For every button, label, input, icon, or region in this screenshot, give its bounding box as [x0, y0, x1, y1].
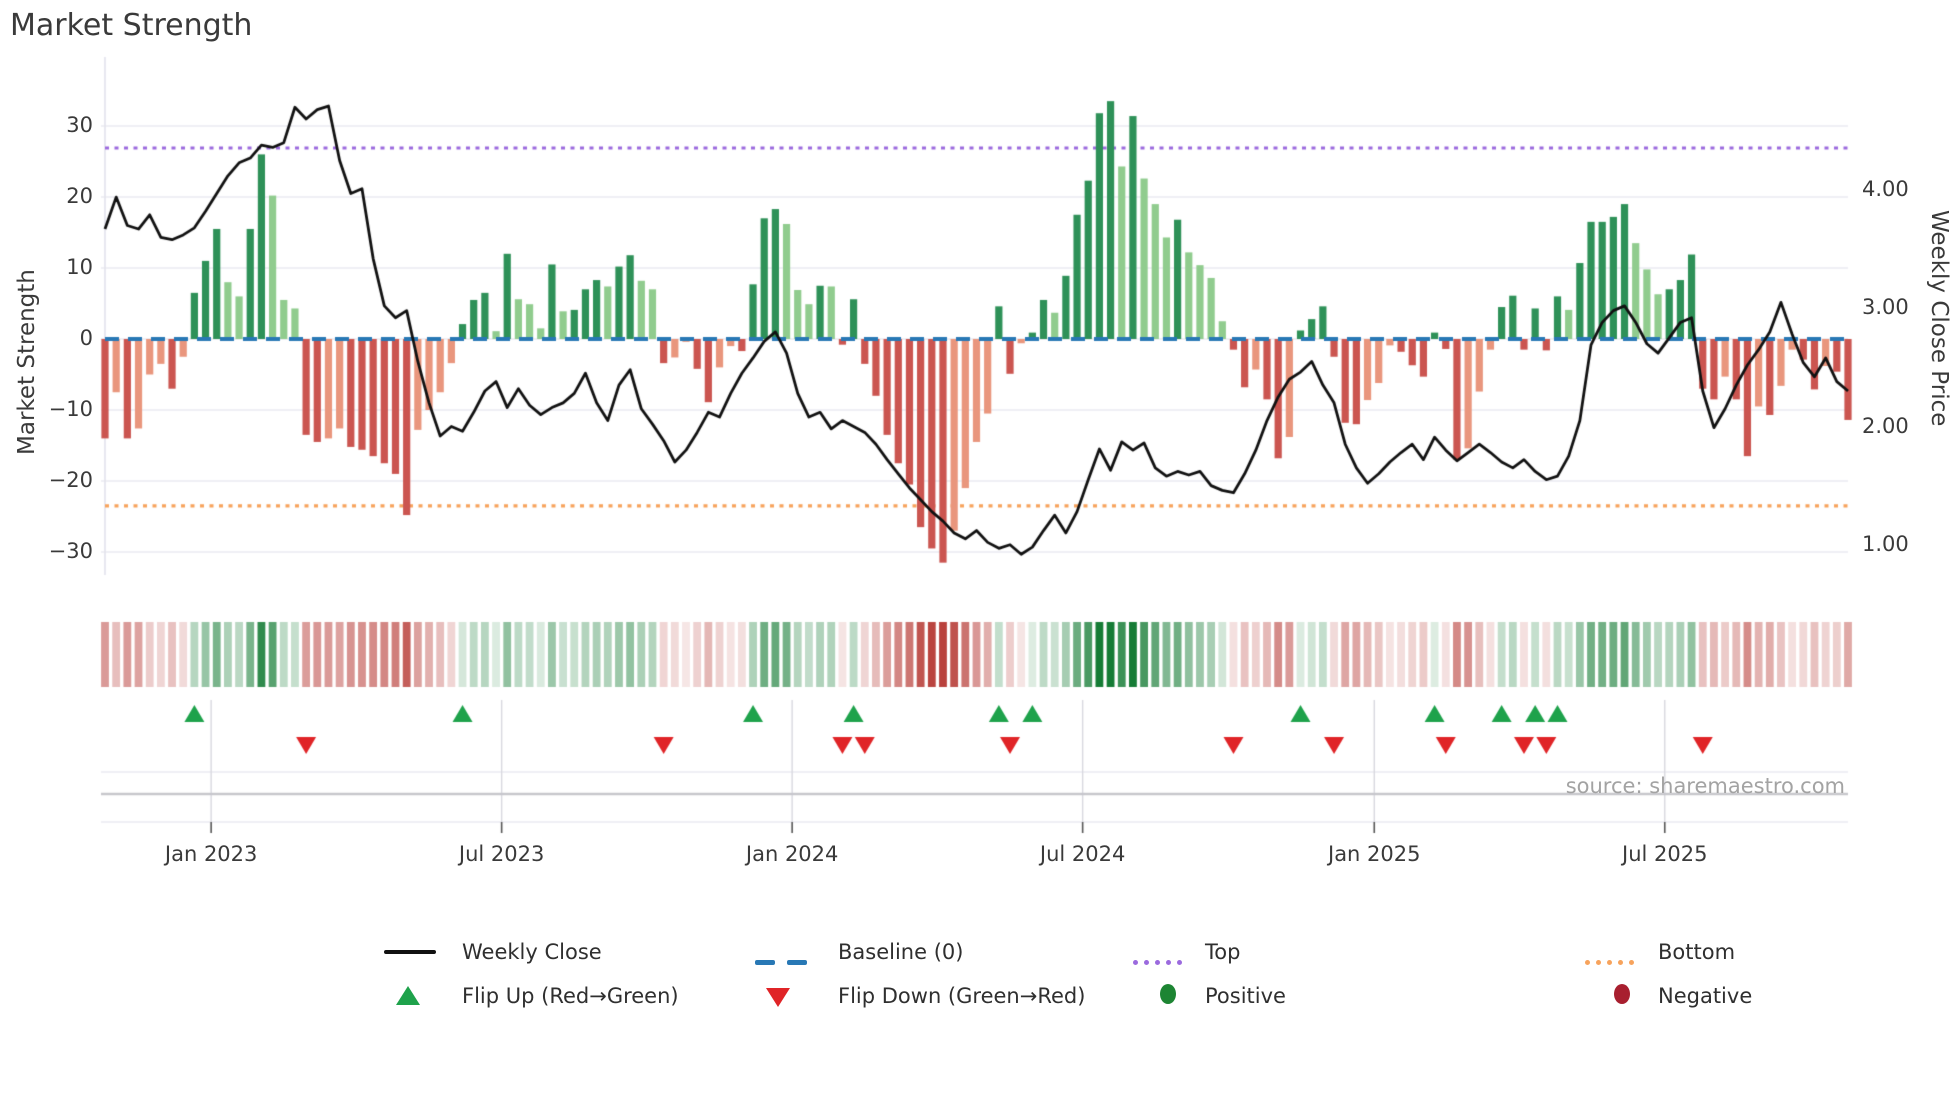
legend-positive-label: Positive [1205, 984, 1286, 1008]
market-strength-chart-canvas [0, 0, 1960, 1102]
right-axis-title: Weekly Close Price [1926, 210, 1952, 427]
right-axis-tick: 2.00 [1862, 413, 1909, 438]
x-axis-tick-jul-2025: Jul 2025 [1622, 842, 1708, 866]
left-axis-tick: 20 [66, 184, 93, 208]
market-strength-dashboard: Market Strength Market Strength Weekly C… [0, 0, 1960, 1102]
legend-flip-down-label: Flip Down (Green→Red) [838, 984, 1086, 1008]
x-axis-tick-jan-2025: Jan 2025 [1328, 842, 1421, 866]
legend-top-dots-icon [1133, 950, 1188, 969]
legend-bottom-dots-icon [1585, 950, 1640, 969]
page-title: Market Strength [10, 8, 253, 43]
legend-weekly-close-label: Weekly Close [462, 940, 602, 964]
left-axis-tick: −10 [48, 397, 93, 421]
legend-negative-label: Negative [1658, 984, 1753, 1008]
legend-positive-dot-icon [1160, 984, 1176, 1004]
left-axis-title: Market Strength [14, 269, 40, 455]
legend-baseline-dash-icon [755, 950, 807, 969]
legend-negative-dot-icon [1614, 984, 1630, 1004]
right-axis-tick: 1.00 [1862, 531, 1909, 556]
left-axis-tick: 10 [66, 255, 93, 279]
left-axis-tick: −30 [48, 539, 93, 563]
right-axis-tick: 3.00 [1862, 295, 1909, 320]
legend-top-label: Top [1205, 940, 1241, 964]
x-axis-tick-jan-2023: Jan 2023 [164, 842, 258, 866]
legend-flip-up-label: Flip Up (Red→Green) [462, 984, 679, 1008]
x-axis-tick-jan-2024: Jan 2024 [745, 842, 839, 866]
source-note: source: sharemaestro.com [1565, 774, 1845, 798]
legend-bottom-label: Bottom [1658, 940, 1736, 964]
legend-baseline-label: Baseline (0) [838, 940, 964, 964]
left-axis-tick: −20 [48, 468, 93, 492]
legend-flip-up-icon [396, 986, 420, 1005]
x-axis-tick-jul-2024: Jul 2024 [1039, 842, 1126, 866]
left-axis-tick: 0 [79, 326, 93, 350]
x-axis-tick-jul-2023: Jul 2023 [458, 842, 545, 866]
left-axis-tick: 30 [66, 113, 93, 137]
legend-weekly-close-line-icon [384, 950, 436, 954]
right-axis-tick: 4.00 [1862, 177, 1909, 201]
legend-flip-down-icon [766, 988, 790, 1007]
